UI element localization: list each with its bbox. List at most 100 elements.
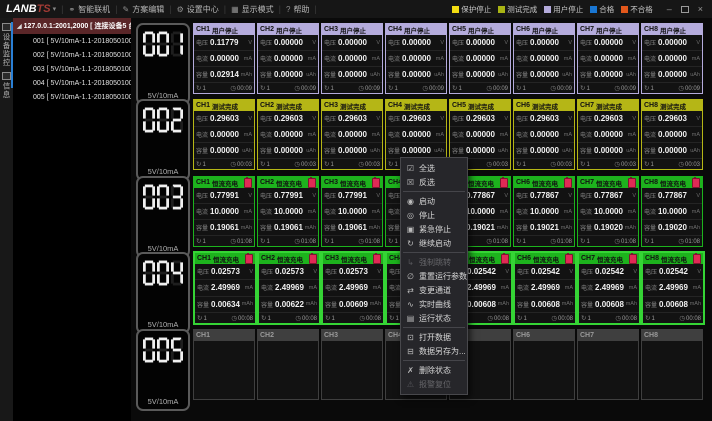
channel-card-002-CH6[interactable]: CH6 测试完成 电压0.29603V电流0.00000mA容量0.00000u… [513, 99, 575, 170]
menu-item-显示模式[interactable]: ▦显示模式 [227, 4, 278, 15]
channel-card-001-CH6[interactable]: CH6 用户停止 电压0.00000V电流0.00000mA容量0.00000u… [513, 23, 575, 94]
channel-card-002-CH3[interactable]: CH3 测试完成 电压0.29603V电流0.00000mA容量0.00000u… [321, 99, 383, 170]
seven-segment-display [143, 260, 183, 286]
voltage-value: 0.00000 [402, 38, 431, 47]
context-menu-item-全选[interactable]: ☑全选 [401, 161, 467, 175]
context-menu-item-反选[interactable]: ☒反选 [401, 175, 467, 189]
current-unit: mA [563, 132, 572, 138]
channel-card-003-CH1[interactable]: CH1 恒流充电 电压0.77991V电流10.0000mA容量0.19061m… [193, 176, 255, 247]
context-menu-item-打开数据[interactable]: ⊡打开数据 [401, 330, 467, 344]
device-tile-005[interactable]: 5V/10mA [136, 329, 190, 411]
current-unit: mA [499, 209, 508, 215]
capacity-label: 容量 [196, 146, 208, 155]
loop-icon: ↻ [644, 161, 649, 168]
voltage-unit: V [376, 269, 381, 275]
device-tile-004[interactable]: 5V/10mA [136, 252, 190, 334]
menu-item-方案编辑[interactable]: ✎方案编辑 [119, 4, 169, 15]
device-tile-002[interactable]: 5V/10mA [136, 99, 190, 181]
channel-card-001-CH8[interactable]: CH8 用户停止 电压0.00000V电流0.00000mA容量0.00000u… [641, 23, 703, 94]
context-menu-item-紧急停止[interactable]: ▣紧急停止 [401, 222, 467, 236]
channel-card-005-CH6[interactable]: CH6 [513, 329, 575, 400]
maximize-button[interactable] [681, 6, 689, 13]
channel-card-004-CH1[interactable]: CH1 恒流充电 电压0.02573V电流2.49969mA容量0.00634m… [193, 251, 257, 325]
voltage-value: 0.29603 [530, 114, 559, 123]
menu-item-帮助[interactable]: ?帮助 [282, 4, 313, 15]
menu-item-智能联机[interactable]: ⚭智能联机 [64, 4, 114, 15]
channel-card-header: CH1 恒流充电 [194, 177, 254, 188]
device-tile-003[interactable]: 5V/10mA [136, 176, 190, 258]
minimize-button[interactable]: – [667, 5, 672, 14]
voltage-unit: V [312, 269, 317, 275]
channel-card-003-CH8[interactable]: CH8 恒流充电 电压0.77867V电流10.0000mA容量0.19020m… [641, 176, 703, 247]
channel-card-001-CH4[interactable]: CH4 用户停止 电压0.00000V电流0.00000mA容量0.00000u… [385, 23, 447, 94]
capacity-unit: mAh [240, 225, 252, 231]
channel-status: 恒流充电 [597, 254, 623, 264]
capacity-value: 0.00000 [402, 146, 431, 155]
tree-expand-icon[interactable]: ◢ [17, 23, 22, 30]
context-menu-item-实时曲线[interactable]: ∿实时曲线 [401, 297, 467, 311]
channel-card-001-CH2[interactable]: CH2 用户停止 电压0.00000V电流0.00000mA容量0.00000u… [257, 23, 319, 94]
battery-charging-icon [565, 254, 573, 264]
channel-card-001-CH1[interactable]: CH1 用户停止 电压0.11779V电流0.00000mA容量0.02914m… [193, 23, 255, 94]
context-menu-item-运行状态[interactable]: ▤运行状态 [401, 311, 467, 325]
channel-card-002-CH2[interactable]: CH2 测试完成 电压0.29603V电流0.00000mA容量0.00000u… [257, 99, 319, 170]
tree-root-node[interactable]: ◢ 127.0.0.1:2001,2000 [ 连接设备5 台 ] [13, 18, 131, 34]
channel-card-004-CH2[interactable]: CH2 恒流充电 电压0.02573V电流2.49969mA容量0.00622m… [257, 251, 321, 325]
channel-card-002-CH7[interactable]: CH7 测试完成 电压0.29603V电流0.00000mA容量0.00000u… [577, 99, 639, 170]
channel-card-002-CH1[interactable]: CH1 测试完成 电压0.29603V电流0.00000mA容量0.00000u… [193, 99, 255, 170]
clock-icon: ◷ [295, 315, 301, 322]
tree-device-node[interactable]: 002 [ 5V/10mA-1.1-20180501002 ] [13, 48, 131, 62]
context-menu-item-重置运行参数[interactable]: ∅重置运行参数 [401, 269, 467, 283]
close-button[interactable]: × [698, 5, 703, 14]
tree-device-node[interactable]: 004 [ 5V/10mA-1.1-20180501004 ] [13, 76, 131, 90]
channel-card-header: CH4 测试完成 [386, 100, 446, 111]
channel-card-003-CH2[interactable]: CH2 恒流充电 电压0.77991V电流10.0000mA容量0.19061m… [257, 176, 319, 247]
step-time: 00:08 [302, 316, 317, 322]
channel-status: 恒流充电 [277, 254, 303, 264]
step-time: 00:09 [621, 86, 636, 92]
channel-card-004-CH6[interactable]: CH6 恒流充电 电压0.02542V电流2.49969mA容量0.00608m… [513, 251, 577, 325]
logo-caret-icon[interactable]: ▾ [53, 5, 57, 13]
channel-card-001-CH3[interactable]: CH3 用户停止 电压0.00000V电流0.00000mA容量0.00000u… [321, 23, 383, 94]
channel-card-003-CH3[interactable]: CH3 恒流充电 电压0.77991V电流10.0000mA容量0.19061m… [321, 176, 383, 247]
voltage-unit: V [695, 193, 700, 199]
menu-item-label: 方案编辑 [132, 4, 164, 15]
app-logo[interactable]: LANBTS [6, 3, 51, 15]
capacity-value: 0.00000 [274, 70, 303, 79]
channel-card-005-CH7[interactable]: CH7 [577, 329, 639, 400]
channel-card-005-CH1[interactable]: CH1 [193, 329, 255, 400]
clock-icon: ◷ [614, 161, 620, 168]
channel-card-003-CH6[interactable]: CH6 恒流充电 电压0.77867V电流10.0000mA容量0.19021m… [513, 176, 575, 247]
channel-card-001-CH5[interactable]: CH5 用户停止 电压0.00000V电流0.00000mA容量0.00000u… [449, 23, 511, 94]
context-menu-item-启动[interactable]: ◉启动 [401, 194, 467, 208]
current-value: 0.00000 [210, 130, 239, 139]
context-menu-item-删除状态[interactable]: ✗删除状态 [401, 363, 467, 377]
channel-card-005-CH8[interactable]: CH8 [641, 329, 703, 400]
battery-charging-icon [309, 254, 317, 264]
tree-device-node[interactable]: 003 [ 5V/10mA-1.1-20180501003 ] [13, 62, 131, 76]
device-tile-001[interactable]: 5V/10mA [136, 23, 190, 105]
channel-card-004-CH7[interactable]: CH7 恒流充电 电压0.02542V电流2.49969mA容量0.00608m… [577, 251, 641, 325]
channel-card-header: CH8 [642, 330, 702, 341]
legend-保护停止: 保护停止 [452, 4, 491, 15]
context-menu-item-继续启动[interactable]: ↻继续启动 [401, 236, 467, 250]
channel-card-001-CH7[interactable]: CH7 用户停止 电压0.00000V电流0.00000mA容量0.00000u… [577, 23, 639, 94]
current-unit: mA [563, 56, 572, 62]
tree-device-node[interactable]: 001 [ 5V/10mA-1.1-20180501001 ] [13, 34, 131, 48]
channel-card-004-CH8[interactable]: CH8 恒流充电 电压0.02542V电流2.49969mA容量0.00608m… [641, 251, 705, 325]
tree-device-node[interactable]: 005 [ 5V/10mA-1.1-20180501005 ] [13, 90, 131, 104]
legend-swatch [452, 6, 459, 13]
channel-status: 恒流充电 [660, 178, 686, 188]
channel-card-003-CH7[interactable]: CH7 恒流充电 电压0.77867V电流10.0000mA容量0.19020m… [577, 176, 639, 247]
voltage-unit: V [631, 193, 636, 199]
channel-card-002-CH8[interactable]: CH8 测试完成 电压0.29603V电流0.00000mA容量0.00000u… [641, 99, 703, 170]
voltage-unit: V [311, 40, 316, 46]
channel-card-005-CH2[interactable]: CH2 [257, 329, 319, 400]
current-value: 0.00000 [274, 130, 303, 139]
channel-card-004-CH3[interactable]: CH3 恒流充电 电压0.02573V电流2.49969mA容量0.00609m… [321, 251, 385, 325]
context-menu-item-停止[interactable]: ◎停止 [401, 208, 467, 222]
context-menu-item-变更通道[interactable]: ⇄变更通道 [401, 283, 467, 297]
menu-item-设置中心[interactable]: ⚙设置中心 [173, 4, 223, 15]
context-menu-item-数据另存为...[interactable]: ⊟数据另存为... [401, 344, 467, 358]
channel-card-005-CH3[interactable]: CH3 [321, 329, 383, 400]
